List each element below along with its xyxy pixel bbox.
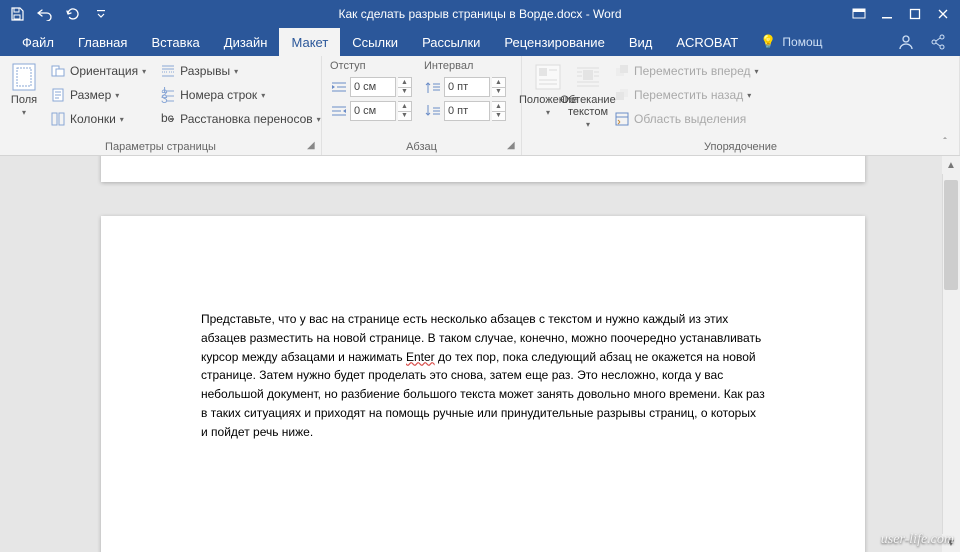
ribbon-tabs: Файл Главная Вставка Дизайн Макет Ссылки… — [0, 28, 960, 56]
spacing-after-spinner[interactable]: ▲▼ — [492, 101, 506, 121]
chevron-down-icon: ▾ — [22, 108, 26, 117]
undo-button[interactable] — [32, 2, 58, 26]
paragraph-launcher[interactable]: ◢ — [507, 141, 517, 151]
indent-left-spinner[interactable]: ▲▼ — [398, 77, 412, 97]
columns-button[interactable]: Колонки ▾ — [46, 108, 150, 130]
spellcheck-error-word[interactable]: Enter — [406, 350, 435, 364]
breaks-icon — [160, 63, 176, 79]
selection-pane-button[interactable]: Область выделения — [610, 108, 763, 130]
indent-label: Отступ — [330, 60, 412, 72]
spacing-before-icon — [424, 78, 442, 96]
orientation-button[interactable]: Ориентация ▾ — [46, 60, 150, 82]
breaks-button[interactable]: Разрывы ▾ — [156, 60, 325, 82]
tell-me-placeholder: Помощ — [782, 35, 822, 49]
wrap-text-button: Обтекание текстом ▾ — [570, 60, 606, 131]
save-button[interactable] — [4, 2, 30, 26]
lightbulb-icon: 💡 — [760, 34, 776, 50]
tab-mailings[interactable]: Рассылки — [410, 28, 492, 56]
indent-left-icon — [330, 78, 348, 96]
send-backward-icon — [614, 87, 630, 103]
document-paragraph[interactable]: Представьте, что у вас на странице есть … — [201, 310, 765, 441]
ribbon: Поля ▾ Ориентация ▾ Размер ▾ — [0, 56, 960, 156]
redo-button[interactable] — [60, 2, 86, 26]
maximize-button[interactable] — [902, 2, 928, 26]
group-label-arrange: Упорядочение — [522, 141, 959, 153]
title-bar: Как сделать разрыв страницы в Ворде.docx… — [0, 0, 960, 28]
tab-home[interactable]: Главная — [66, 28, 139, 56]
group-label-paragraph: Абзац — [322, 141, 521, 153]
selection-pane-icon — [614, 111, 630, 127]
bring-forward-icon — [614, 63, 630, 79]
left-margin-area — [0, 156, 24, 552]
tell-me-search[interactable]: 💡 Помощ — [750, 28, 832, 56]
tab-references[interactable]: Ссылки — [340, 28, 410, 56]
tab-review[interactable]: Рецензирование — [492, 28, 616, 56]
spacing-before-input[interactable] — [444, 77, 490, 97]
tab-layout[interactable]: Макет — [279, 28, 340, 56]
spacing-before-spinner[interactable]: ▲▼ — [492, 77, 506, 97]
indent-right-spinner[interactable]: ▲▼ — [398, 101, 412, 121]
hyphenation-button[interactable]: bc Расстановка переносов ▾ — [156, 108, 325, 130]
line-numbers-button[interactable]: 123 Номера строк ▾ — [156, 84, 325, 106]
columns-icon — [50, 111, 66, 127]
collapse-ribbon-button[interactable]: ˆ — [936, 133, 954, 151]
scroll-down-button[interactable]: ▼ — [942, 534, 960, 552]
close-button[interactable] — [930, 2, 956, 26]
page-setup-launcher[interactable]: ◢ — [307, 141, 317, 151]
indent-left-input[interactable] — [350, 77, 396, 97]
margins-button[interactable]: Поля ▾ — [8, 60, 40, 130]
qat-customize-button[interactable] — [88, 2, 114, 26]
scroll-thumb[interactable] — [944, 180, 958, 290]
send-backward-button: Переместить назад ▾ — [610, 84, 763, 106]
spacing-after-input[interactable] — [444, 101, 490, 121]
tab-insert[interactable]: Вставка — [139, 28, 211, 56]
indent-right-icon — [330, 102, 348, 120]
minimize-button[interactable] — [874, 2, 900, 26]
page-size-icon — [50, 87, 66, 103]
document-title: Как сделать разрыв страницы в Ворде.docx… — [114, 7, 846, 21]
share-icon[interactable] — [930, 34, 946, 50]
account-icon[interactable] — [898, 34, 914, 50]
tab-design[interactable]: Дизайн — [212, 28, 280, 56]
document-area: Представьте, что у вас на странице есть … — [0, 156, 960, 552]
tab-acrobat[interactable]: ACROBAT — [664, 28, 750, 56]
tab-file[interactable]: Файл — [10, 28, 66, 56]
spacing-label: Интервал — [424, 60, 506, 72]
line-numbers-icon: 123 — [160, 87, 176, 103]
ribbon-display-options-button[interactable] — [846, 2, 872, 26]
orientation-icon — [50, 63, 66, 79]
group-label-page-setup: Параметры страницы — [0, 141, 321, 153]
spacing-after-icon — [424, 102, 442, 120]
size-button[interactable]: Размер ▾ — [46, 84, 150, 106]
page-previous[interactable] — [101, 156, 865, 182]
hyphenation-icon: bc — [160, 111, 176, 127]
scroll-up-button[interactable]: ▲ — [942, 156, 960, 174]
vertical-scrollbar[interactable]: ▲ ▼ — [942, 156, 960, 552]
bring-forward-button: Переместить вперед ▾ — [610, 60, 763, 82]
tab-view[interactable]: Вид — [617, 28, 665, 56]
indent-right-input[interactable] — [350, 101, 396, 121]
svg-text:bc: bc — [161, 111, 174, 125]
page-current[interactable]: Представьте, что у вас на странице есть … — [101, 216, 865, 552]
